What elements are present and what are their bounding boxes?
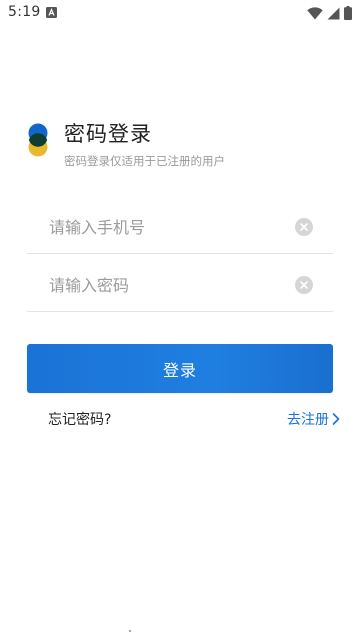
wifi-icon bbox=[307, 6, 323, 19]
battery-icon bbox=[344, 6, 352, 20]
page-title: 密码登录 bbox=[64, 122, 152, 146]
phone-input[interactable] bbox=[49, 201, 299, 253]
clear-icon[interactable] bbox=[295, 276, 313, 294]
status-icons bbox=[307, 5, 352, 21]
a-notification-icon bbox=[46, 7, 57, 18]
register-link[interactable]: 去注册 bbox=[287, 409, 340, 429]
password-input[interactable] bbox=[49, 259, 299, 311]
status-bar: 5:19 bbox=[0, 0, 360, 26]
forgot-password-link[interactable]: 忘记密码? bbox=[48, 409, 111, 429]
password-field-row bbox=[27, 259, 333, 312]
clear-icon[interactable] bbox=[295, 218, 313, 236]
bottom-dot bbox=[129, 630, 131, 632]
login-button[interactable]: 登录 bbox=[27, 344, 333, 393]
status-time: 5:19 bbox=[8, 4, 41, 20]
register-link-label: 去注册 bbox=[287, 412, 329, 428]
app-logo-icon bbox=[28, 123, 48, 157]
phone-field-row bbox=[27, 201, 333, 254]
login-button-label: 登录 bbox=[162, 360, 197, 380]
page-subtitle: 密码登录仅适用于已注册的用户 bbox=[64, 154, 225, 168]
login-screen: 5:19 密码登录 密码登录仅适用于已注册的用户 请输入手机号 登录 忘记密码?… bbox=[0, 0, 360, 639]
signal-icon bbox=[327, 7, 340, 19]
chevron-right-icon bbox=[332, 413, 340, 425]
